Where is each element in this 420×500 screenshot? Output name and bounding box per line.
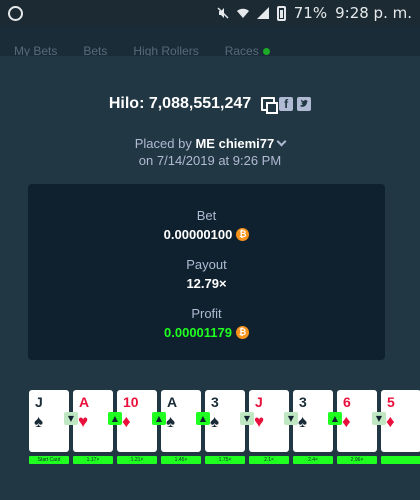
card-rank: 3 <box>211 394 219 410</box>
card-rank: A <box>79 394 90 410</box>
arrow-up-icon: ▲ <box>328 412 342 425</box>
card-suit: ♠ <box>210 412 220 431</box>
multiplier-label: Start Card <box>29 456 69 464</box>
playing-card: J ♥ <box>249 390 289 452</box>
playing-card: 6 ♦ <box>337 390 377 452</box>
card-rank: J <box>255 394 263 410</box>
bet-amount: 0.00000100 ₿ <box>28 227 385 242</box>
playing-card: A ♥ <box>73 390 113 452</box>
playing-card: 5 ♦ <box>381 390 420 452</box>
username-link[interactable]: chiemi77 <box>219 136 275 151</box>
card-suit: ♦ <box>386 412 395 431</box>
payout-label: Payout <box>186 257 227 272</box>
playing-card: J ♠ <box>29 390 69 452</box>
battery-percent: 71% <box>293 4 328 22</box>
me-badge: ME <box>195 136 215 151</box>
bitcoin-icon: ₿ <box>236 228 250 241</box>
card-suit: ♥ <box>254 412 265 431</box>
card-rank: 5 <box>387 394 395 410</box>
signal-icon <box>256 7 269 19</box>
copy-icon[interactable] <box>261 97 279 114</box>
bet-label: Bet <box>196 208 217 223</box>
multiplier-label: 2.96× <box>337 456 377 464</box>
bitcoin-icon: ₿ <box>235 326 249 339</box>
card-suit: ♠ <box>34 412 44 431</box>
facebook-icon[interactable]: f <box>279 97 294 111</box>
profit-amount: 0.00001179 ₿ <box>28 325 385 340</box>
card-rank: 6 <box>343 394 351 410</box>
multiplier-label: 1.21× <box>117 456 157 464</box>
card-suit: ♠ <box>166 412 176 431</box>
arrow-up-icon: ▲ <box>108 412 122 425</box>
card-suit: ♠ <box>298 412 308 431</box>
card-rank: 10 <box>123 394 139 410</box>
playing-card: 3 ♠ <box>293 390 333 452</box>
multiplier-label: 1.17× <box>73 456 113 464</box>
chevron-down-icon[interactable] <box>276 136 287 147</box>
payout-amount: 12.79× <box>28 276 385 291</box>
status-bar: 71% 9:28 p. m. <box>0 0 420 26</box>
bet-title-row: Hilo: 7,088,551,247 f <box>0 95 420 114</box>
wifi-icon <box>236 8 249 18</box>
multiplier-label <box>381 456 420 464</box>
arrow-down-icon: ▼ <box>372 412 386 425</box>
arrow-up-icon: ▲ <box>196 412 210 425</box>
whatsapp-icon <box>8 5 23 21</box>
multiplier-label: 2.4× <box>293 456 333 464</box>
playing-card: 3 ♠ <box>205 390 245 452</box>
arrow-down-icon: ▼ <box>64 412 78 425</box>
playing-card: A ♠ <box>161 390 201 452</box>
arrow-down-icon: ▼ <box>240 412 254 425</box>
multiplier-label: 1.75× <box>205 456 245 464</box>
bet-value: 0.00000100 <box>163 227 233 242</box>
multiplier-label: 1.45× <box>161 456 201 464</box>
profit-label: Profit <box>191 306 222 321</box>
card-suit: ♦ <box>342 412 351 431</box>
card-suit: ♥ <box>78 412 89 431</box>
battery-icon <box>276 5 286 21</box>
placed-by: Placed by ME chiemi77 <box>0 136 420 151</box>
arrow-down-icon: ▼ <box>284 412 298 425</box>
playing-card: 10 ♦ <box>117 390 157 452</box>
card-rank: 3 <box>299 394 307 410</box>
profit-stat: Profit 0.00001179 ₿ <box>28 306 385 340</box>
card-rank: A <box>167 394 178 410</box>
clock: 9:28 p. m. <box>335 4 412 22</box>
placed-by-prefix: Placed by <box>134 136 192 151</box>
live-dot-icon <box>262 48 270 56</box>
bet-stats-panel: Bet 0.00000100 ₿ Payout 12.79× Profit 0.… <box>28 184 385 360</box>
twitter-icon[interactable] <box>297 97 312 111</box>
card-rank: J <box>35 394 43 410</box>
multiplier-label: 2.1× <box>249 456 289 464</box>
profit-value: 0.00001179 <box>164 325 232 340</box>
bet-title: Hilo: 7,088,551,247 <box>108 95 252 112</box>
mute-icon <box>217 7 229 19</box>
card-suit: ♦ <box>122 412 131 431</box>
payout-stat: Payout 12.79× <box>28 257 385 291</box>
placed-date: on 7/14/2019 at 9:26 PM <box>138 153 282 168</box>
payout-value: 12.79× <box>186 276 227 291</box>
arrow-up-icon: ▲ <box>152 412 166 425</box>
bet-stat: Bet 0.00000100 ₿ <box>28 208 385 242</box>
